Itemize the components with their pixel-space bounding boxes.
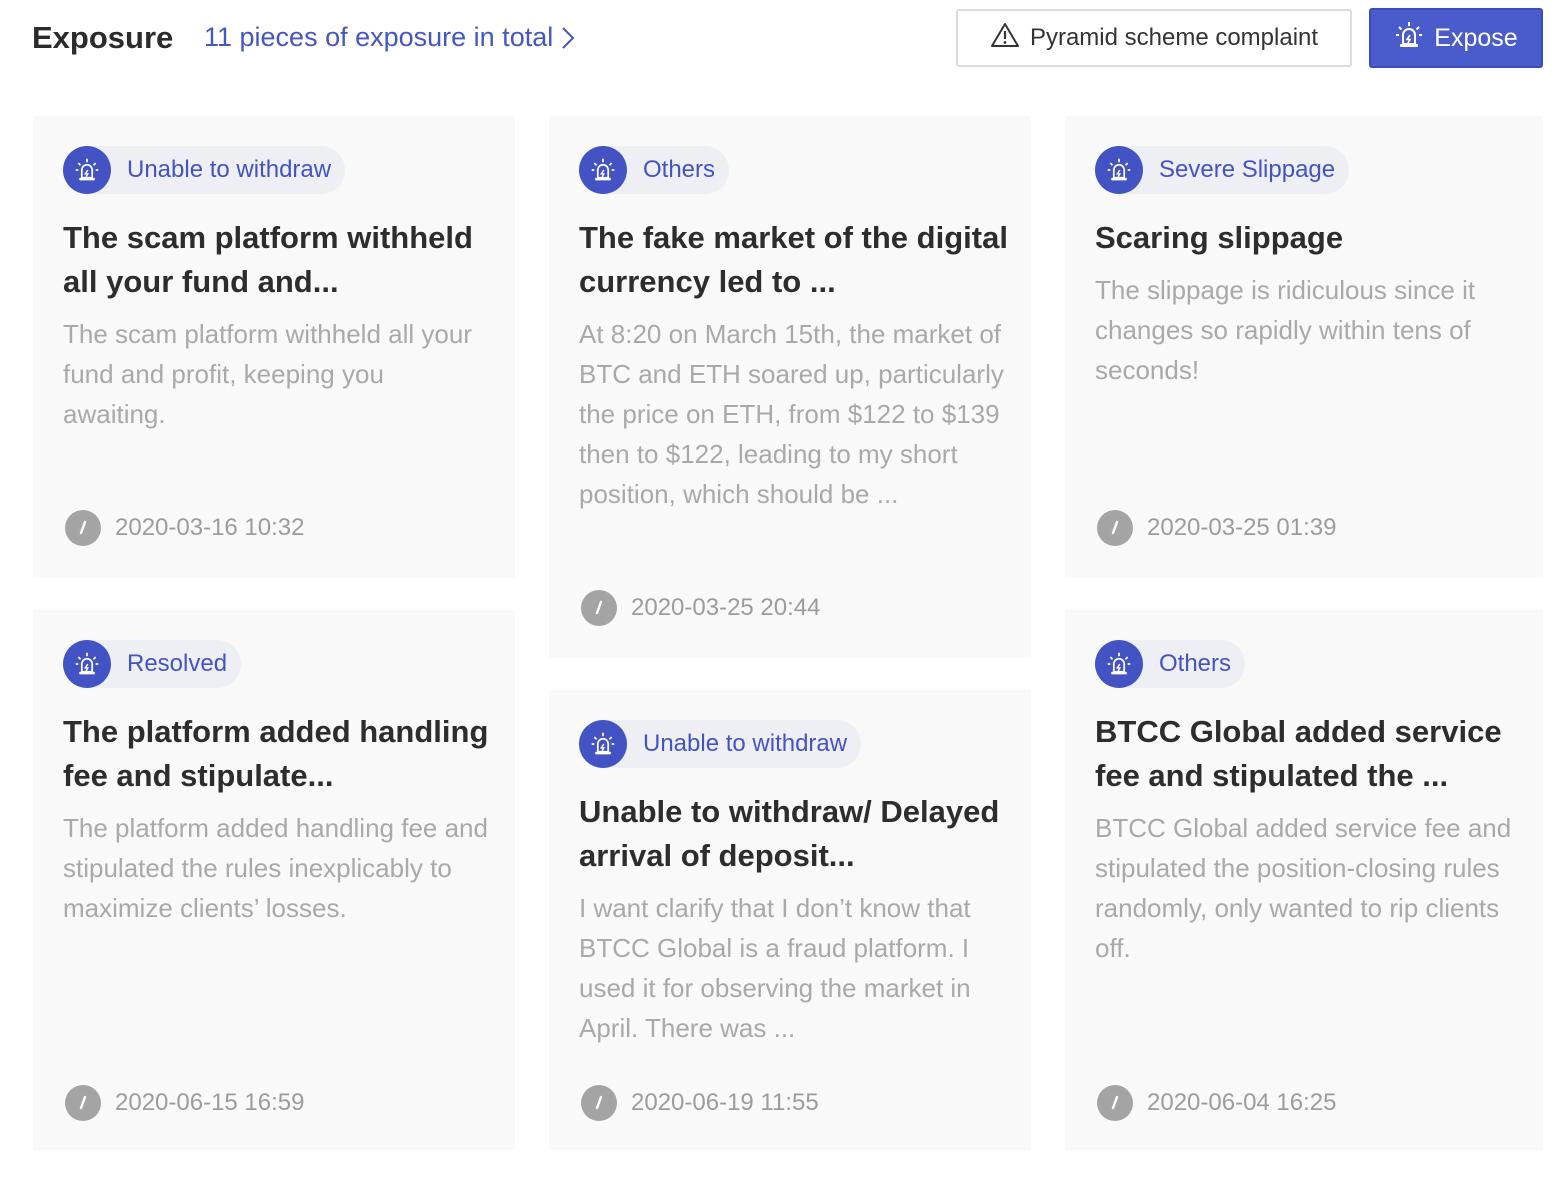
card-timestamp: 2020-03-25 01:39 [1097, 510, 1337, 546]
timestamp-text: 2020-06-04 16:25 [1147, 1089, 1337, 1116]
exposure-card[interactable]: Unable to withdraw The scam platform wit… [33, 116, 515, 578]
exposure-card[interactable]: Severe Slippage Scaring slippage The sli… [1065, 116, 1543, 578]
category-tag: Others [1095, 640, 1246, 688]
category-tag: Others [579, 146, 730, 194]
clock-icon [1097, 1085, 1133, 1121]
exposure-card[interactable]: Others BTCC Global added service fee and… [1065, 610, 1543, 1150]
category-tag: Resolved [63, 640, 242, 688]
card-timestamp: 2020-06-15 16:59 [65, 1085, 305, 1121]
clock-icon [581, 1085, 617, 1121]
clock-icon [65, 1085, 101, 1121]
card-description: At 8:20 on March 15th, the market of BTC… [579, 319, 1004, 509]
exposure-card[interactable]: Others The fake market of the digital cu… [549, 116, 1031, 658]
category-tag-label: Others [1159, 650, 1232, 677]
clock-icon [581, 590, 617, 626]
card-timestamp: 2020-06-19 11:55 [581, 1085, 819, 1121]
card-description: The platform added handling fee and stip… [63, 813, 488, 923]
card-description: The slippage is ridiculous since it chan… [1095, 275, 1476, 385]
category-tag-label: Severe Slippage [1159, 156, 1336, 183]
card-description: I want clarify that I don’t know that BT… [579, 893, 971, 1043]
alarm-icon [1095, 640, 1143, 688]
clock-icon [65, 510, 101, 546]
alarm-icon [63, 146, 111, 194]
timestamp-text: 2020-06-19 11:55 [631, 1089, 819, 1116]
timestamp-text: 2020-06-15 16:59 [115, 1089, 305, 1116]
complaint-button-label: Pyramid scheme complaint [1029, 24, 1319, 51]
card-title: Unable to withdraw/ Delayed arrival of d… [579, 794, 1000, 873]
card-timestamp: 2020-03-25 20:44 [581, 590, 821, 626]
alarm-icon [1095, 146, 1143, 194]
chevron-right-icon [561, 26, 575, 50]
alarm-icon [579, 720, 627, 768]
pyramid-scheme-complaint-button[interactable]: Pyramid scheme complaint [956, 9, 1352, 67]
card-title: The fake market of the digital currency … [579, 220, 1008, 299]
category-tag-label: Unable to withdraw [643, 730, 848, 757]
card-title: The platform added handling fee and stip… [63, 714, 489, 793]
category-tag-label: Unable to withdraw [127, 156, 332, 183]
category-tag: Unable to withdraw [63, 146, 346, 194]
total-exposure-link[interactable]: 11 pieces of exposure in total [204, 22, 575, 53]
card-timestamp: 2020-03-16 10:32 [65, 510, 305, 546]
category-tag-label: Resolved [127, 650, 228, 677]
clock-icon [1097, 510, 1133, 546]
expose-button-label: Expose [1434, 23, 1518, 52]
card-title: Scaring slippage [1095, 220, 1344, 255]
timestamp-text: 2020-03-16 10:32 [115, 514, 305, 541]
exposure-card[interactable]: Resolved The platform added handling fee… [33, 610, 515, 1150]
timestamp-text: 2020-03-25 20:44 [631, 594, 821, 621]
card-title: BTCC Global added service fee and stipul… [1095, 714, 1502, 793]
timestamp-text: 2020-03-25 01:39 [1147, 514, 1337, 541]
exposure-card[interactable]: Unable to withdraw Unable to withdraw/ D… [549, 690, 1031, 1150]
card-title: The scam platform withheld all your fund… [63, 220, 473, 299]
page-title: Exposure [32, 20, 174, 55]
card-description: The scam platform withheld all your fund… [63, 319, 472, 429]
expose-button[interactable]: Expose [1369, 8, 1543, 68]
alarm-icon [579, 146, 627, 194]
page-header: Exposure 11 pieces of exposure in total … [0, 0, 1556, 80]
card-timestamp: 2020-06-04 16:25 [1097, 1085, 1337, 1121]
category-tag: Unable to withdraw [579, 720, 862, 768]
card-description: BTCC Global added service fee and stipul… [1095, 813, 1512, 963]
warning-icon [990, 22, 1020, 55]
total-exposure-label: 11 pieces of exposure in total [204, 22, 554, 52]
alarm-icon [1394, 20, 1424, 57]
alarm-icon [63, 640, 111, 688]
category-tag: Severe Slippage [1095, 146, 1350, 194]
category-tag-label: Others [643, 156, 716, 183]
